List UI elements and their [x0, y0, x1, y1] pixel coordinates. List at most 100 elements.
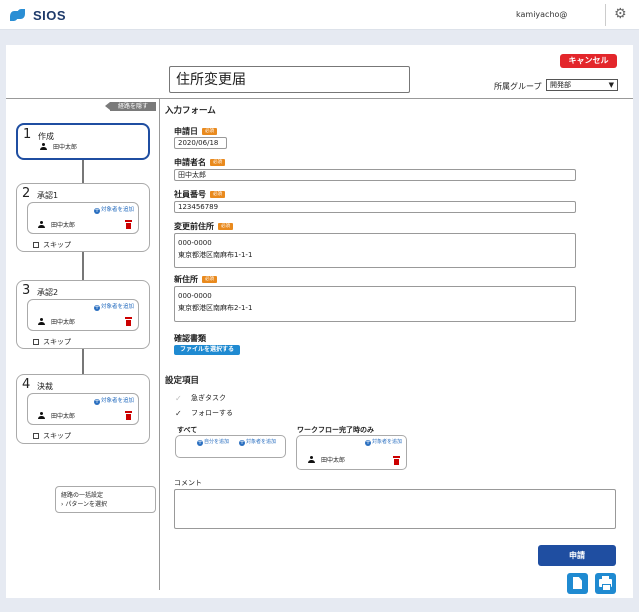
wf-person: 田中太郎 [308, 455, 345, 464]
add-target-link[interactable]: +対象者を追加 [93, 205, 134, 214]
person-name: 田中太郎 [51, 222, 76, 229]
old-address-textarea[interactable]: 000-0000 東京都港区南麻布1-1-1 [174, 233, 576, 268]
document-button[interactable] [567, 573, 588, 594]
follow-label: フォローする [191, 409, 233, 417]
field-label-text: 変更前住所 [174, 222, 214, 231]
old-address-label: 変更前住所 必須 [174, 221, 233, 232]
add-self-link[interactable]: +自分を追加 [197, 438, 229, 446]
settings-title: 設定項目 [165, 376, 200, 386]
header-divider-line [6, 98, 633, 99]
form-title-input[interactable]: 住所変更届 [169, 66, 410, 93]
follow-checkbox[interactable]: ✓ フォローする [175, 408, 233, 418]
step-number: 4 [22, 377, 31, 392]
print-button[interactable] [595, 573, 616, 594]
skip-label: スキップ [43, 338, 71, 346]
logo-text: SIOS [33, 7, 67, 23]
apply-date-input[interactable]: 2020/06/18 [174, 137, 227, 149]
address-line: 東京都港区南麻布2-1-1 [178, 304, 253, 312]
caret-down-icon: ▼ [608, 81, 614, 89]
plus-icon: + [93, 207, 100, 214]
step-person: 田中太郎 [38, 411, 75, 420]
check-icon: ✓ [175, 393, 182, 403]
comment-label: コメント [174, 479, 202, 487]
hide-route-button[interactable]: 経路を隠す [105, 102, 156, 111]
add-target-link[interactable]: +対象者を追加 [364, 438, 402, 446]
add-target-link[interactable]: +対象者を追加 [239, 438, 276, 446]
confirm-docs-label: 確認書類 [174, 334, 206, 343]
person-name: 田中太郎 [53, 144, 78, 151]
plus-icon: + [197, 439, 203, 446]
plus-icon: + [93, 398, 100, 405]
wf-complete-box: +対象者を追加 田中太郎 [296, 435, 407, 470]
trash-icon[interactable] [125, 220, 132, 229]
apply-button[interactable]: 申請 [538, 545, 616, 566]
add-target-link[interactable]: +対象者を追加 [93, 302, 134, 311]
person-icon [38, 412, 45, 419]
applicant-name-input[interactable]: 田中太郎 [174, 169, 576, 181]
app-logo[interactable]: SIOS [10, 7, 67, 23]
step-person: 田中太郎 [38, 317, 75, 326]
skip-checkbox[interactable]: スキップ [33, 431, 71, 441]
person-icon [40, 143, 47, 150]
field-label-text: 新住所 [174, 275, 198, 284]
person-icon [308, 456, 315, 463]
new-address-textarea[interactable]: 000-0000 東京都港区南麻布2-1-1 [174, 286, 576, 322]
add-target-label: 対象者を追加 [246, 439, 277, 445]
wf-complete-label: ワークフロー完了時のみ [297, 426, 374, 434]
urgent-task-label: 急ぎタスク [191, 394, 226, 402]
route-step-approval-1[interactable]: 2 承認1 +対象者を追加 田中太郎 スキップ [16, 183, 150, 252]
dept-select[interactable]: 開発部 ▼ [546, 79, 618, 91]
assignee-box: +対象者を追加 田中太郎 [27, 202, 139, 234]
checkbox-icon [33, 242, 39, 248]
bulk-pattern-link[interactable]: › パターンを選択 [61, 500, 150, 509]
urgent-task-checkbox[interactable]: ✓ 急ぎタスク [175, 393, 226, 403]
skip-label: スキップ [43, 432, 71, 440]
step-person: 田中太郎 [38, 220, 75, 229]
plus-icon: + [239, 439, 245, 446]
sios-logo-icon [10, 9, 28, 21]
add-target-label: 対象者を追加 [100, 207, 134, 213]
person-icon [38, 221, 45, 228]
route-step-approval-2[interactable]: 3 承認2 +対象者を追加 田中太郎 スキップ [16, 280, 150, 349]
add-target-link[interactable]: +対象者を追加 [93, 396, 134, 405]
checkbox-icon [33, 433, 39, 439]
required-badge: 必須 [210, 159, 225, 166]
header-divider [605, 4, 606, 26]
step-person: 田中太郎 [40, 142, 77, 151]
user-name[interactable]: kamiyacho@ [516, 10, 567, 19]
input-form-title: 入力フォーム [165, 106, 216, 116]
comment-textarea[interactable] [174, 489, 616, 529]
skip-checkbox[interactable]: スキップ [33, 240, 71, 250]
bulk-title: 経路の一括設定 [61, 492, 104, 499]
assignee-box: +対象者を追加 田中太郎 [27, 299, 139, 331]
required-badge: 必須 [218, 223, 233, 230]
address-line: 000-0000 [178, 292, 212, 300]
bulk-pattern-label: パターンを選択 [65, 501, 108, 508]
route-step-create[interactable]: 1 作成 田中太郎 [16, 123, 150, 160]
plus-icon: + [93, 304, 100, 311]
address-line: 000-0000 [178, 239, 212, 247]
skip-label: スキップ [43, 241, 71, 249]
person-name: 田中太郎 [321, 457, 346, 464]
trash-icon[interactable] [393, 456, 400, 465]
route-connector [82, 160, 84, 183]
field-label-text: 申請者名 [174, 158, 206, 167]
select-file-button[interactable]: ファイルを選択する [174, 345, 240, 355]
required-badge: 必須 [202, 128, 217, 135]
cancel-button[interactable]: キャンセル [560, 54, 617, 68]
trash-icon[interactable] [125, 317, 132, 326]
all-targets-box: +自分を追加 +対象者を追加 [175, 435, 286, 458]
trash-icon[interactable] [125, 411, 132, 420]
new-address-label: 新住所 必須 [174, 274, 217, 285]
gear-icon[interactable]: ⚙ [614, 7, 627, 21]
add-target-label: 対象者を追加 [100, 304, 134, 310]
skip-checkbox[interactable]: スキップ [33, 337, 71, 347]
step-number: 1 [23, 127, 32, 142]
route-step-decision[interactable]: 4 決裁 +対象者を追加 田中太郎 スキップ [16, 374, 150, 444]
document-icon [573, 577, 582, 589]
bulk-route-setting[interactable]: 経路の一括設定 › パターンを選択 [55, 486, 156, 513]
employee-number-label: 社員番号 必須 [174, 189, 225, 200]
dept-select-value: 開発部 [550, 81, 571, 89]
employee-number-input[interactable]: 123456789 [174, 201, 576, 213]
required-badge: 必須 [210, 191, 225, 198]
